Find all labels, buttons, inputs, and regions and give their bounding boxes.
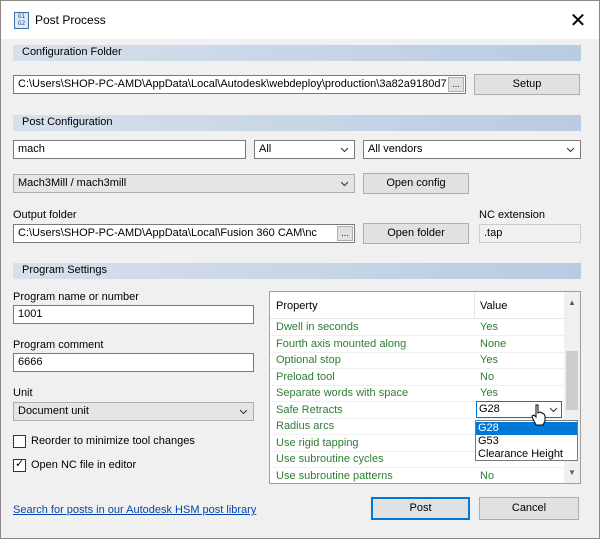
property-name: Safe Retracts <box>276 404 343 416</box>
post-processor-select[interactable]: Mach3Mill / mach3mill <box>13 174 355 193</box>
property-value: Yes <box>480 354 498 366</box>
post-button[interactable]: Post <box>371 497 470 520</box>
unit-select[interactable]: Document unit <box>13 402 254 421</box>
scroll-down-icon[interactable]: ▼ <box>568 468 576 477</box>
property-name: Use rigid tapping <box>276 437 359 449</box>
safe-retracts-value: G28 <box>479 403 500 415</box>
property-value: No <box>480 470 495 482</box>
chevron-down-icon <box>567 147 574 153</box>
property-name: Radius arcs <box>276 420 335 432</box>
property-name: Separate words with space <box>276 387 409 399</box>
output-folder-field[interactable]: C:\Users\SHOP-PC-AMD\AppData\Local\Fusio… <box>13 224 355 243</box>
property-value: None <box>480 338 507 350</box>
browse-output-folder-button[interactable]: ... <box>337 226 353 241</box>
configuration-folder-field[interactable]: C:\Users\SHOP-PC-AMD\AppData\Local\Autod… <box>13 75 466 94</box>
property-grid-header: Property Value <box>270 292 564 319</box>
nc-extension-value: .tap <box>484 227 503 239</box>
post-search-value: mach <box>18 143 45 155</box>
property-row[interactable]: Separate words with space Yes <box>270 385 564 402</box>
post-filter-select[interactable]: All <box>254 140 355 159</box>
column-divider[interactable] <box>474 292 475 318</box>
reorder-label: Reorder to minimize tool changes <box>31 435 195 447</box>
safe-retracts-options: G28 G53 Clearance Height <box>475 420 578 461</box>
window-title: Post Process <box>35 13 106 27</box>
checkmark-icon: ✓ <box>15 457 25 470</box>
configuration-folder-path: C:\Users\SHOP-PC-AMD\AppData\Local\Autod… <box>18 78 446 90</box>
section-title: Configuration Folder <box>22 46 122 58</box>
program-name-value: 1001 <box>18 308 43 320</box>
property-value: Yes <box>480 387 498 399</box>
chevron-down-icon <box>240 409 247 415</box>
output-folder-label: Output folder <box>13 209 77 221</box>
option-g53[interactable]: G53 <box>476 435 577 448</box>
close-icon[interactable]: ✕ <box>563 6 593 34</box>
property-row[interactable]: Fourth axis mounted along None <box>270 336 564 353</box>
property-row[interactable]: Preload tool No <box>270 369 564 386</box>
scrollbar-thumb[interactable] <box>566 351 578 410</box>
section-post-configuration: Post Configuration <box>13 115 581 131</box>
open-folder-button[interactable]: Open folder <box>363 223 469 244</box>
chevron-down-icon <box>341 181 348 187</box>
post-library-link[interactable]: Search for posts in our Autodesk HSM pos… <box>13 504 256 516</box>
post-process-app-icon: G1 G2 <box>14 12 29 29</box>
unit-value: Document unit <box>18 405 89 417</box>
post-processor-value: Mach3Mill / mach3mill <box>18 177 127 189</box>
column-header-value[interactable]: Value <box>480 300 507 312</box>
chevron-down-icon <box>550 407 557 413</box>
property-name: Fourth axis mounted along <box>276 338 407 350</box>
program-comment-label: Program comment <box>13 339 104 351</box>
column-header-property[interactable]: Property <box>276 300 318 312</box>
program-comment-value: 6666 <box>18 356 43 368</box>
property-name: Dwell in seconds <box>276 321 359 333</box>
open-nc-label: Open NC file in editor <box>31 459 137 471</box>
post-search-input[interactable]: mach <box>13 140 246 159</box>
post-filter-value: All <box>259 143 272 155</box>
vendor-select[interactable]: All vendors <box>363 140 581 159</box>
reorder-checkbox[interactable] <box>13 435 26 448</box>
option-clearance-height[interactable]: Clearance Height <box>476 448 577 461</box>
property-row[interactable]: Use subroutine patterns No <box>270 468 564 483</box>
section-title: Post Configuration <box>22 116 113 128</box>
property-name: Preload tool <box>276 371 335 383</box>
post-process-dialog: G1 G2 Post Process ✕ Configuration Folde… <box>0 0 600 539</box>
section-configuration-folder: Configuration Folder <box>13 45 581 61</box>
section-program-settings: Program Settings <box>13 263 581 279</box>
property-row[interactable]: Optional stop Yes <box>270 352 564 369</box>
program-name-label: Program name or number <box>13 291 139 303</box>
browse-configuration-folder-button[interactable]: ... <box>448 77 464 92</box>
scroll-up-icon[interactable]: ▲ <box>568 298 576 307</box>
program-name-input[interactable]: 1001 <box>13 305 254 324</box>
cancel-button[interactable]: Cancel <box>479 497 579 520</box>
property-name: Use subroutine patterns <box>276 470 393 482</box>
nc-extension-label: NC extension <box>479 209 546 221</box>
property-value: Yes <box>480 321 498 333</box>
option-g28[interactable]: G28 <box>476 422 577 435</box>
property-name: Use subroutine cycles <box>276 453 384 465</box>
section-title: Program Settings <box>22 264 107 276</box>
safe-retracts-select[interactable]: G28 <box>476 401 562 418</box>
property-value: No <box>480 371 495 383</box>
title-bar: G1 G2 Post Process ✕ <box>1 1 599 39</box>
vendor-value: All vendors <box>368 143 423 155</box>
hand-cursor-icon <box>531 404 546 426</box>
property-row[interactable]: Dwell in seconds Yes <box>270 319 564 336</box>
open-config-button[interactable]: Open config <box>363 173 469 194</box>
program-comment-input[interactable]: 6666 <box>13 353 254 372</box>
nc-extension-field: .tap <box>479 224 581 243</box>
open-nc-checkbox[interactable]: ✓ <box>13 457 26 472</box>
output-folder-path: C:\Users\SHOP-PC-AMD\AppData\Local\Fusio… <box>18 227 317 239</box>
chevron-down-icon <box>341 147 348 153</box>
unit-label: Unit <box>13 387 33 399</box>
setup-button[interactable]: Setup <box>474 74 580 95</box>
property-name: Optional stop <box>276 354 341 366</box>
